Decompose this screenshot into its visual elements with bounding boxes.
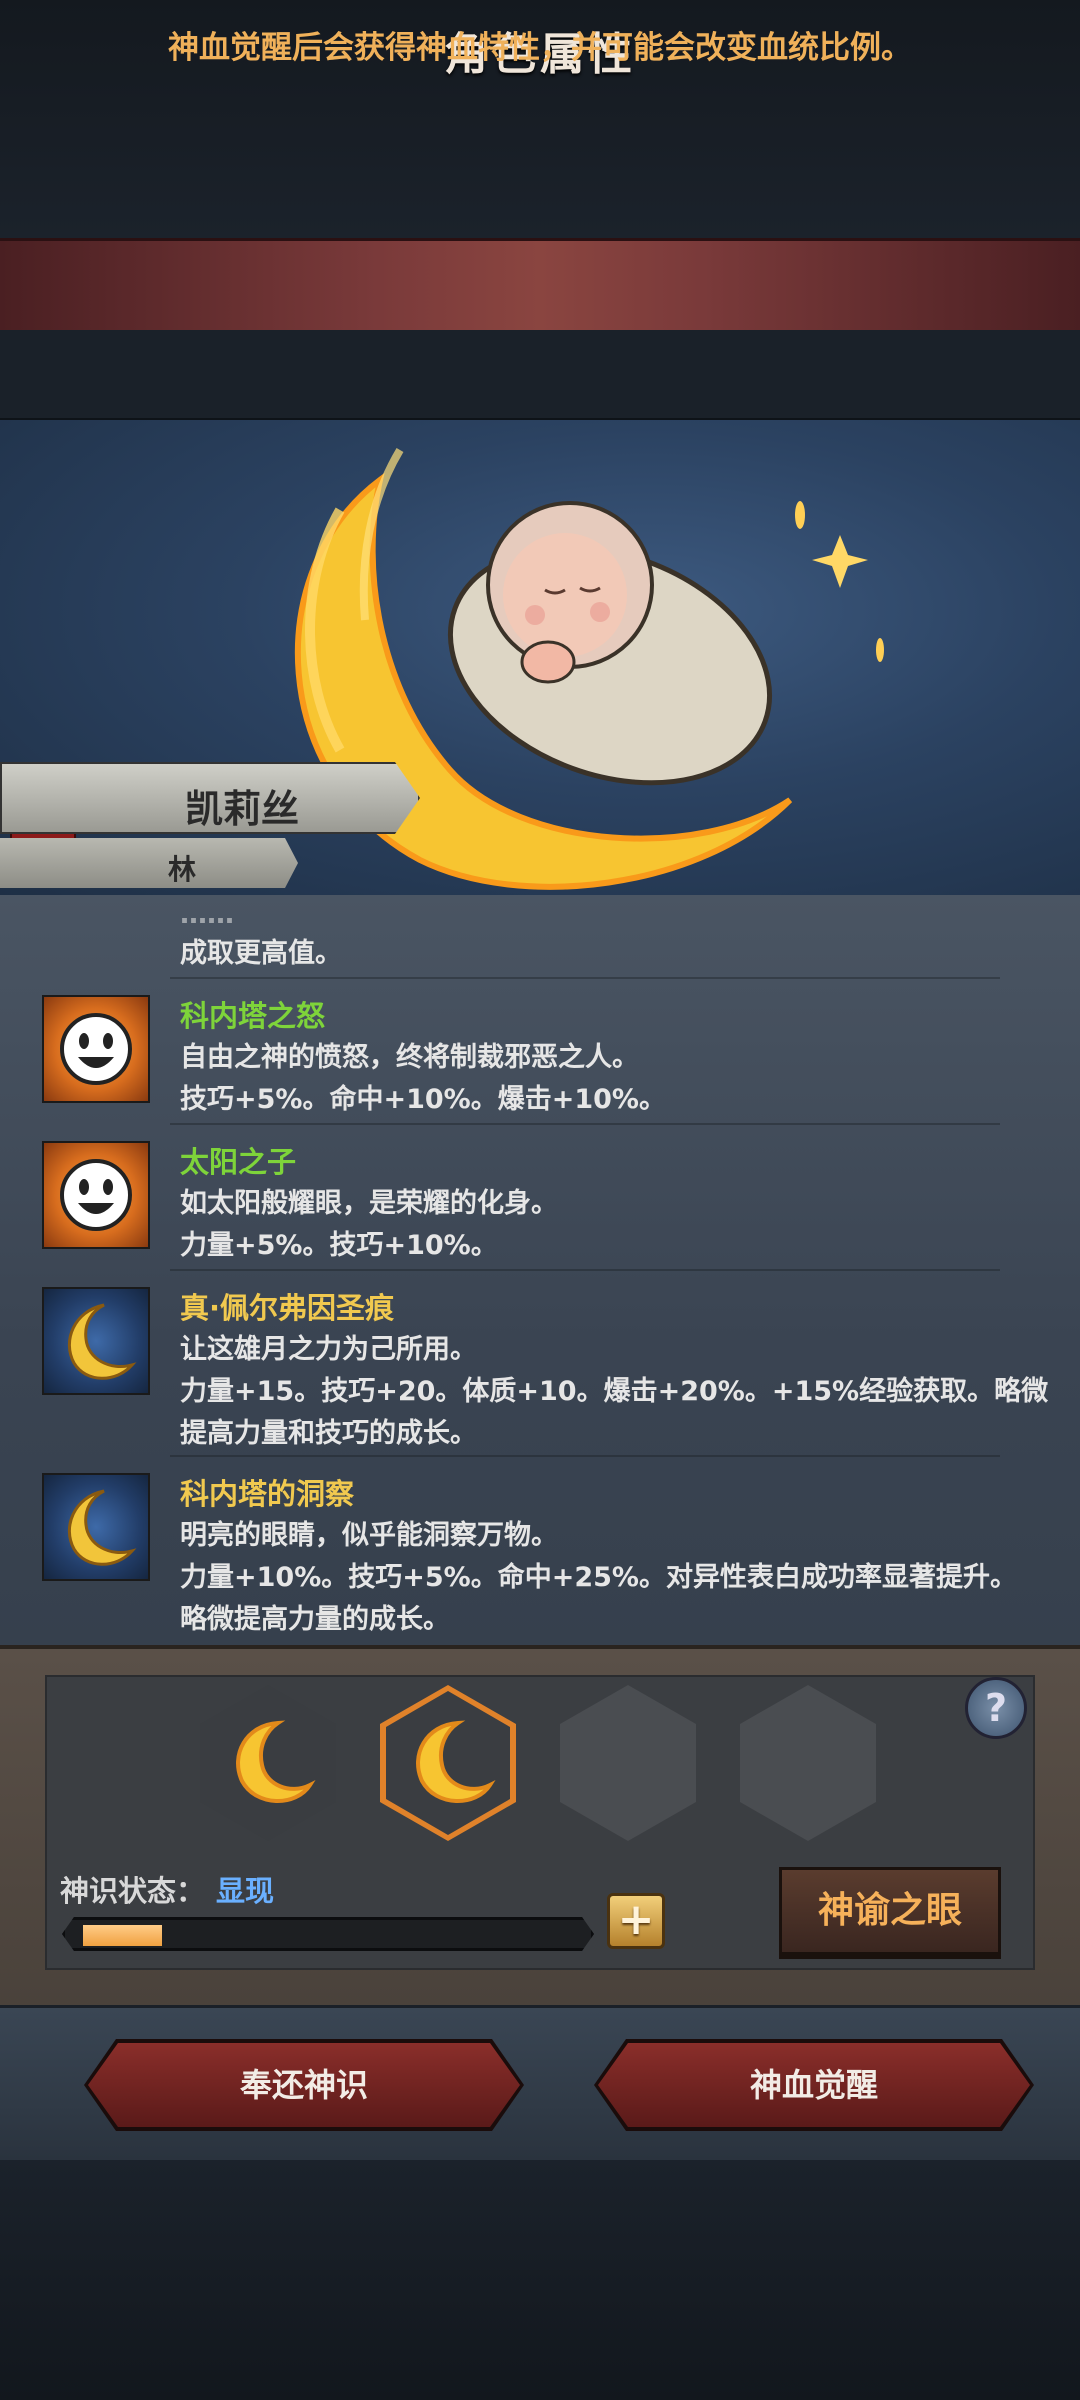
trait-partial-text: 成取更高值。 [180,938,342,969]
divine-blood-awaken-button[interactable]: 神血觉醒 [598,2043,1030,2127]
trait-name: 真·佩尔弗因圣痕 [180,1291,395,1325]
progress-fill [83,1925,162,1946]
divider [170,1269,1000,1271]
divider [170,977,1000,979]
divider [170,1123,1000,1125]
trait-effect: 力量+10%。技巧+5%。命中+25%。对异性表白成功率显著提升。 [180,1562,1017,1593]
trait-desc: 如太阳般耀眼，是荣耀的化身。 [180,1188,558,1219]
trait-name: 科内塔之怒 [180,999,326,1033]
trait-effect-continued: 提高力量和技巧的成长。 [180,1418,477,1449]
trait-list[interactable]: …… 成取更高值。 科内塔之怒 自由之神的愤怒，终将制裁邪恶之人。 技巧+5%。… [0,895,1080,1645]
trait-desc: 让这雄月之力为己所用。 [180,1334,477,1365]
surname-banner [0,838,298,888]
trait-name: 科内塔的洞察 [180,1477,355,1511]
trait-effect: 力量+15。技巧+20。体质+10。爆击+20%。+15%经验获取。略微 [180,1376,1049,1407]
character-name: 凯莉丝 [185,787,300,831]
title-bar [0,238,1080,330]
bottom-background [0,2160,1080,2400]
crescent-moon-icon [42,1473,150,1581]
return-divine-sense-button[interactable]: 奉还神识 [88,2043,520,2127]
state-label: 神识状态： [60,1874,206,1908]
page-subtitle: 神血觉醒后会获得神血特性，并可能会改变血统比例。 [168,30,912,66]
trait-effect: 力量+5%。技巧+10%。 [180,1230,498,1261]
sun-face-icon [42,995,150,1103]
divider [170,1455,1000,1457]
trait-partial-line: …… [180,899,234,930]
trait-name: 太阳之子 [180,1145,297,1179]
help-button[interactable]: ? [965,1677,1027,1739]
trait-desc: 明亮的眼睛，似乎能洞察万物。 [180,1520,558,1551]
trait-effect: 技巧+5%。命中+10%。爆击+10%。 [180,1084,666,1115]
progress-bar [62,1917,594,1951]
character-surname: 林 [168,853,197,886]
state-value: 显现 [216,1874,275,1908]
subtitle-bar [0,330,1080,420]
crescent-moon-icon [42,1287,150,1395]
trait-effect-continued: 略微提高力量的成长。 [180,1604,450,1635]
sun-face-icon [42,1141,150,1249]
trait-desc: 自由之神的愤怒，终将制裁邪恶之人。 [180,1042,639,1073]
oracle-slot-2-inner [386,1691,510,1835]
plus-button[interactable]: + [607,1893,665,1949]
oracle-eye-button[interactable]: 神谕之眼 [779,1867,1001,1955]
